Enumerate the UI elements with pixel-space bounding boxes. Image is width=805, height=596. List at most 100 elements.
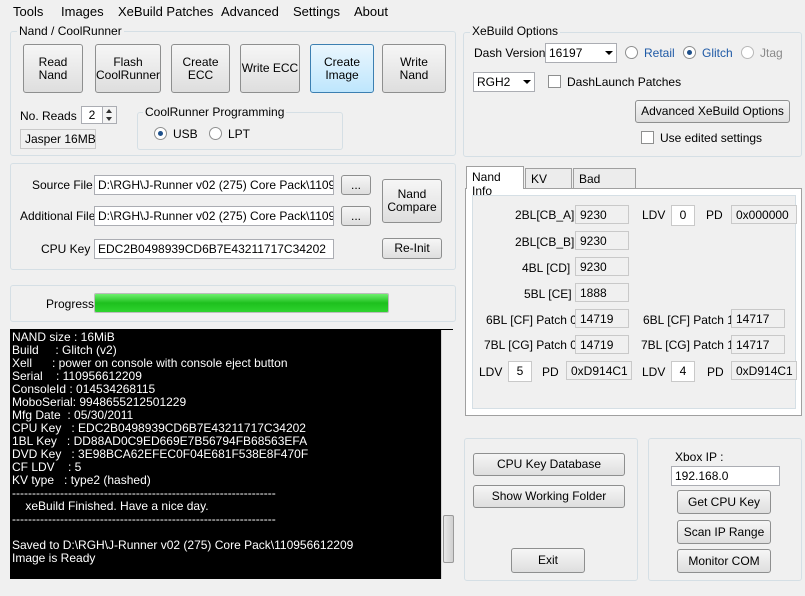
ldv-label: LDV: [642, 208, 666, 222]
cf0-value: 14719: [575, 309, 629, 328]
dash-version-label: Dash Version: [474, 46, 546, 60]
lpt-label: LPT: [228, 127, 251, 141]
usb-label: USB: [173, 127, 198, 141]
progress-label: Progress: [46, 297, 95, 311]
flash-coolrunner-button[interactable]: Flash CoolRunner: [95, 44, 161, 93]
read-nand-button[interactable]: Read Nand: [23, 44, 83, 93]
tab-bad-blocks[interactable]: Bad Blocks: [573, 168, 636, 200]
menu-settings[interactable]: Settings: [293, 4, 340, 19]
no-reads-spinner[interactable]: [102, 106, 117, 124]
cpu-key-input[interactable]: EDC2B0498939CD6B7E43211717C34202: [94, 239, 334, 259]
dashlaunch-checkbox[interactable]: [548, 75, 561, 88]
chevron-down-icon: [605, 51, 613, 55]
ldv3-label: LDV: [642, 365, 666, 379]
pd2-value: 0xD914C1: [566, 361, 632, 380]
cg1-value: 14717: [731, 335, 785, 354]
use-edited-settings-label: Use edited settings: [660, 131, 763, 145]
cg0-value: 14719: [575, 335, 629, 354]
ldv-value: 0: [671, 205, 695, 226]
retail-label: Retail: [644, 46, 675, 60]
additional-file-label: Additional File: [20, 209, 96, 223]
tab-kv-info[interactable]: KV Info: [525, 168, 572, 200]
jtag-label: Jtag: [760, 46, 783, 60]
xebuild-group-title: XeBuild Options: [470, 24, 561, 38]
xbox-ip-label: Xbox IP :: [675, 450, 724, 464]
console-type-value: RGH2: [477, 75, 511, 89]
get-cpu-key-button[interactable]: Get CPU Key: [677, 490, 771, 514]
nand-group-title: Nand / CoolRunner: [17, 24, 124, 38]
source-file-label: Source File: [32, 178, 93, 192]
cd-value: 9230: [575, 257, 629, 276]
scan-ip-range-button[interactable]: Scan IP Range: [677, 520, 771, 544]
cbb-label: 2BL[CB_B]: [515, 235, 575, 249]
usb-radio[interactable]: [154, 127, 167, 140]
nand-compare-button[interactable]: Nand Compare: [382, 179, 442, 223]
cg0-label: 7BL [CG] Patch 0: [484, 338, 577, 352]
pd3-label: PD: [707, 365, 724, 379]
cg1-label: 7BL [CG] Patch 1: [641, 338, 734, 352]
ldv3-value: 4: [671, 361, 695, 382]
console-line: Image is Ready: [12, 551, 96, 565]
advanced-xebuild-options-button[interactable]: Advanced XeBuild Options: [635, 100, 790, 123]
menu-tools[interactable]: Tools: [13, 4, 43, 19]
create-ecc-button[interactable]: Create ECC: [171, 44, 230, 93]
console-line: ----------------------------------------…: [12, 512, 276, 526]
cbb-value: 9230: [575, 231, 629, 250]
monitor-com-button[interactable]: Monitor COM: [677, 549, 771, 573]
ldv2-label: LDV: [479, 365, 503, 379]
show-working-folder-button[interactable]: Show Working Folder: [473, 485, 625, 508]
cf1-label: 6BL [CF] Patch 1: [643, 313, 734, 327]
cpu-key-database-button[interactable]: CPU Key Database: [473, 453, 625, 476]
use-edited-settings-checkbox[interactable]: [641, 131, 654, 144]
progress-bar: [94, 293, 389, 313]
pd2-label: PD: [542, 365, 559, 379]
menu-bar: Tools Images XeBuild Patches Advanced Se…: [0, 0, 805, 22]
glitch-radio[interactable]: [683, 46, 696, 59]
reinit-button[interactable]: Re-Init: [382, 238, 442, 259]
write-ecc-button[interactable]: Write ECC: [240, 44, 300, 93]
cba-value: 9230: [575, 205, 629, 224]
dashlaunch-label: DashLaunch Patches: [567, 75, 682, 89]
chevron-down-icon: [523, 80, 531, 84]
cf0-label: 6BL [CF] Patch 0: [486, 313, 577, 327]
exit-button[interactable]: Exit: [511, 548, 585, 573]
nand-type-label: Jasper 16MB: [20, 129, 96, 149]
xbox-ip-input[interactable]: 192.168.0: [671, 466, 780, 486]
no-reads-input[interactable]: 2: [81, 106, 103, 124]
glitch-label: Glitch: [702, 46, 733, 60]
menu-advanced[interactable]: Advanced: [221, 4, 279, 19]
dash-version-select[interactable]: 16197: [545, 43, 617, 63]
menu-about[interactable]: About: [354, 4, 388, 19]
source-file-input[interactable]: D:\RGH\J-Runner v02 (275) Core Pack\1109…: [94, 175, 334, 195]
console-type-select[interactable]: RGH2: [473, 72, 535, 92]
no-reads-label: No. Reads: [20, 109, 77, 123]
spinner-up-icon[interactable]: [106, 109, 112, 113]
scrollbar-thumb[interactable]: [443, 515, 454, 563]
console-log: NAND size : 16MiB Build : Glitch (v2) Xell…: [10, 329, 453, 579]
pd-label: PD: [706, 208, 723, 222]
additional-file-input[interactable]: D:\RGH\J-Runner v02 (275) Core Pack\1109…: [94, 206, 334, 226]
write-nand-button[interactable]: Write Nand: [382, 44, 446, 93]
progress-fill: [95, 294, 388, 312]
pd-value: 0x000000: [731, 205, 797, 224]
ce-value: 1888: [575, 283, 629, 302]
cba-label: 2BL[CB_A]: [515, 208, 575, 222]
create-image-button[interactable]: Create Image: [310, 44, 374, 93]
dash-version-value: 16197: [549, 46, 583, 60]
additional-browse-button[interactable]: ...: [341, 206, 371, 226]
lpt-radio[interactable]: [209, 127, 222, 140]
menu-xebuild-patches[interactable]: XeBuild Patches: [118, 4, 213, 19]
menu-images[interactable]: Images: [61, 4, 104, 19]
ldv2-value: 5: [508, 361, 532, 382]
jtag-radio[interactable]: [741, 46, 754, 59]
ce-label: 5BL [CE]: [524, 287, 572, 301]
cf1-value: 14717: [731, 309, 785, 328]
source-browse-button[interactable]: ...: [341, 175, 371, 195]
console-scrollbar[interactable]: [441, 330, 454, 579]
pd3-value: 0xD914C1: [731, 361, 797, 380]
retail-radio[interactable]: [625, 46, 638, 59]
tab-nand-info[interactable]: Nand Info: [466, 166, 524, 198]
spinner-down-icon[interactable]: [106, 117, 112, 121]
coolrunner-group-title: CoolRunner Programming: [143, 105, 287, 119]
cpu-key-label: CPU Key: [41, 242, 91, 256]
